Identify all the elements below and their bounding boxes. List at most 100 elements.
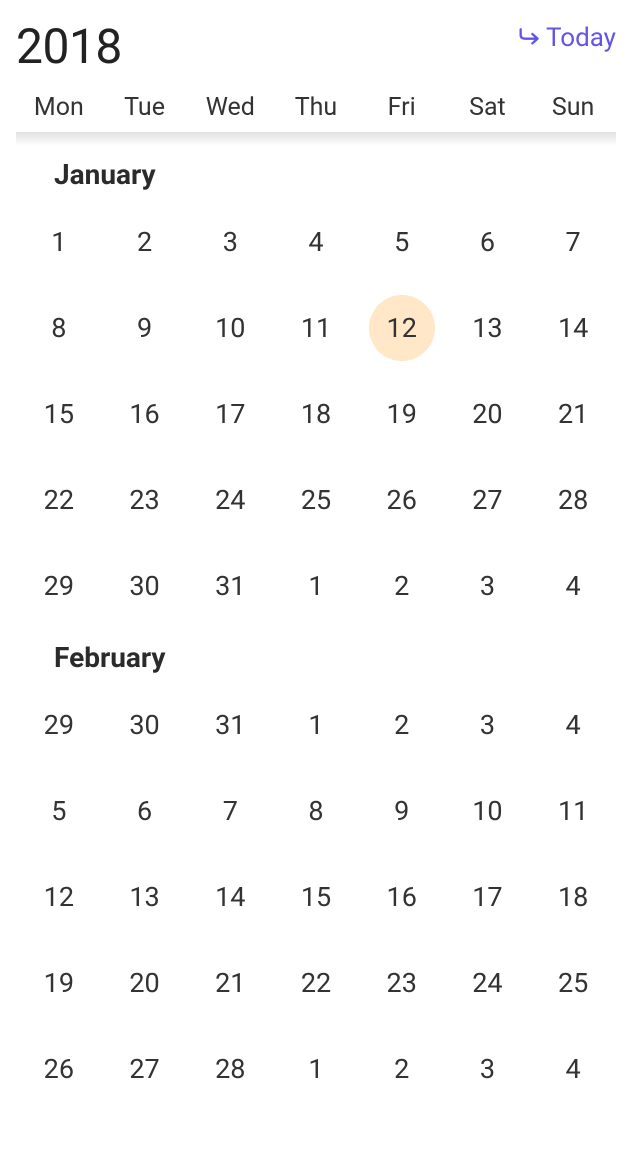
day-cell[interactable]: 30: [102, 696, 188, 754]
day-cell[interactable]: 20: [102, 954, 188, 1012]
day-cell[interactable]: 26: [359, 471, 445, 529]
day-cell[interactable]: 2: [359, 1040, 445, 1098]
day-cell[interactable]: 31: [187, 696, 273, 754]
day-cell[interactable]: 3: [445, 1040, 531, 1098]
day-number: 24: [472, 967, 502, 999]
day-cell[interactable]: 27: [445, 471, 531, 529]
month-grid: 2930311234567891011121314151617181920212…: [16, 696, 616, 1098]
day-cell[interactable]: 23: [359, 954, 445, 1012]
day-number: 19: [387, 398, 417, 430]
day-number: 25: [558, 967, 588, 999]
day-cell[interactable]: 4: [530, 557, 616, 615]
day-cell[interactable]: 9: [102, 299, 188, 357]
day-cell[interactable]: 9: [359, 782, 445, 840]
day-cell[interactable]: 15: [16, 385, 102, 443]
day-cell[interactable]: 16: [102, 385, 188, 443]
day-cell[interactable]: 22: [273, 954, 359, 1012]
day-cell[interactable]: 24: [445, 954, 531, 1012]
day-number: 23: [129, 484, 159, 516]
day-cell[interactable]: 18: [273, 385, 359, 443]
day-number: 18: [301, 398, 331, 430]
day-cell[interactable]: 16: [359, 868, 445, 926]
day-number: 14: [558, 312, 588, 344]
day-cell[interactable]: 8: [16, 299, 102, 357]
day-cell[interactable]: 19: [16, 954, 102, 1012]
day-number: 4: [308, 226, 323, 258]
day-cell[interactable]: 27: [102, 1040, 188, 1098]
day-cell[interactable]: 25: [530, 954, 616, 1012]
day-cell[interactable]: 4: [530, 696, 616, 754]
day-cell[interactable]: 12: [16, 868, 102, 926]
day-cell[interactable]: 1: [16, 213, 102, 271]
day-cell[interactable]: 21: [530, 385, 616, 443]
day-number: 21: [558, 398, 588, 430]
day-cell[interactable]: 14: [530, 299, 616, 357]
day-cell[interactable]: 25: [273, 471, 359, 529]
day-cell[interactable]: 29: [16, 557, 102, 615]
day-cell[interactable]: 2: [359, 557, 445, 615]
day-cell[interactable]: 4: [273, 213, 359, 271]
day-cell[interactable]: 10: [445, 782, 531, 840]
day-cell[interactable]: 19: [359, 385, 445, 443]
day-cell[interactable]: 2: [359, 696, 445, 754]
day-cell[interactable]: 14: [187, 868, 273, 926]
day-cell[interactable]: 3: [445, 696, 531, 754]
day-cell[interactable]: 6: [445, 213, 531, 271]
day-number: 9: [394, 795, 409, 827]
day-cell[interactable]: 23: [102, 471, 188, 529]
day-cell[interactable]: 22: [16, 471, 102, 529]
today-label: Today: [546, 23, 616, 53]
day-cell[interactable]: 26: [16, 1040, 102, 1098]
day-cell[interactable]: 3: [445, 557, 531, 615]
day-cell[interactable]: 4: [530, 1040, 616, 1098]
day-number: 26: [387, 484, 417, 516]
day-number: 12: [387, 312, 417, 344]
day-cell[interactable]: 13: [102, 868, 188, 926]
day-cell[interactable]: 3: [187, 213, 273, 271]
day-cell[interactable]: 1: [273, 696, 359, 754]
day-number: 2: [394, 709, 409, 741]
day-cell[interactable]: 7: [530, 213, 616, 271]
day-cell[interactable]: 18: [530, 868, 616, 926]
day-cell[interactable]: 15: [273, 868, 359, 926]
day-cell[interactable]: 11: [273, 299, 359, 357]
day-cell[interactable]: 17: [187, 385, 273, 443]
day-cell[interactable]: 31: [187, 557, 273, 615]
day-cell[interactable]: 20: [445, 385, 531, 443]
day-cell[interactable]: 10: [187, 299, 273, 357]
day-number: 13: [129, 881, 159, 913]
day-number: 29: [44, 570, 74, 602]
day-cell[interactable]: 28: [530, 471, 616, 529]
month-block: February29303112345678910111213141516171…: [16, 615, 616, 1098]
day-cell[interactable]: 11: [530, 782, 616, 840]
day-cell[interactable]: 30: [102, 557, 188, 615]
day-number: 3: [480, 1053, 495, 1085]
day-cell[interactable]: 12: [359, 299, 445, 357]
day-cell[interactable]: 21: [187, 954, 273, 1012]
day-cell[interactable]: 6: [102, 782, 188, 840]
weekday-header: Mon Tue Wed Thu Fri Sat Sun: [16, 87, 616, 132]
day-number: 1: [308, 1053, 323, 1085]
today-button[interactable]: Today: [516, 20, 616, 55]
day-cell[interactable]: 5: [359, 213, 445, 271]
day-cell[interactable]: 7: [187, 782, 273, 840]
weekday-sun: Sun: [530, 93, 616, 122]
calendar-scroll[interactable]: January123456789101112131415161718192021…: [16, 132, 616, 1098]
day-cell[interactable]: 1: [273, 1040, 359, 1098]
month-grid: 1234567891011121314151617181920212223242…: [16, 213, 616, 615]
day-cell[interactable]: 2: [102, 213, 188, 271]
day-number: 20: [472, 398, 502, 430]
day-cell[interactable]: 28: [187, 1040, 273, 1098]
day-number: 22: [301, 967, 331, 999]
day-cell[interactable]: 5: [16, 782, 102, 840]
day-cell[interactable]: 17: [445, 868, 531, 926]
day-cell[interactable]: 29: [16, 696, 102, 754]
day-cell[interactable]: 1: [273, 557, 359, 615]
day-number: 12: [44, 881, 74, 913]
day-cell[interactable]: 13: [445, 299, 531, 357]
day-number: 16: [129, 398, 159, 430]
day-cell[interactable]: 8: [273, 782, 359, 840]
day-number: 1: [308, 709, 323, 741]
day-cell[interactable]: 24: [187, 471, 273, 529]
weekday-tue: Tue: [102, 93, 188, 122]
